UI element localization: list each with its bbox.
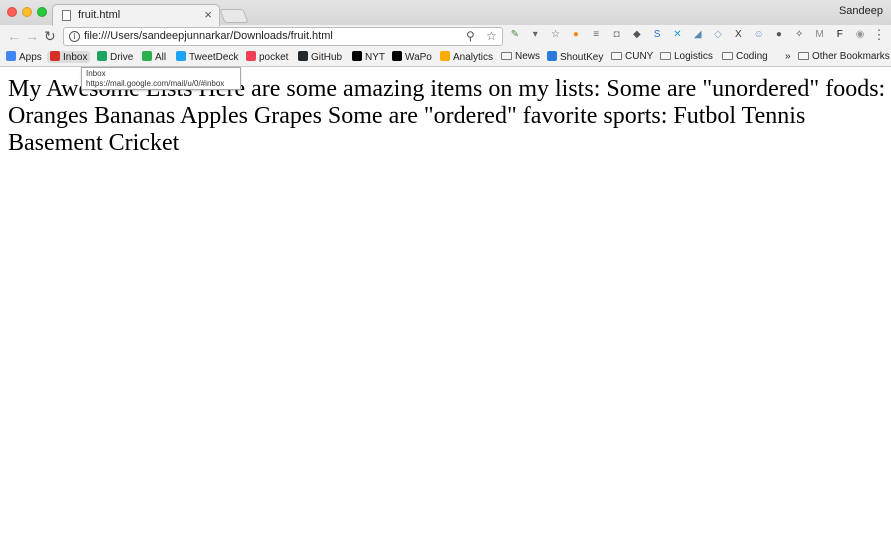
drive-icon	[97, 51, 107, 61]
bookmark-label: CUNY	[625, 51, 654, 62]
tweetdeck-icon	[176, 51, 186, 61]
s-icon[interactable]: S	[650, 28, 664, 42]
bookmark-news[interactable]: News	[501, 51, 540, 62]
bookmark-coding[interactable]: Coding	[722, 51, 768, 62]
forward-icon[interactable]: →	[25, 28, 39, 44]
folder-icon	[501, 52, 512, 60]
github-icon	[298, 51, 308, 61]
address-bar[interactable]: i file:///Users/sandeepjunnarkar/Downloa…	[63, 27, 503, 46]
new-tab-button[interactable]	[219, 9, 249, 23]
bookmark-label: NYT	[365, 52, 385, 63]
close-window-button[interactable]	[7, 7, 17, 17]
bookmark-tweetdeck[interactable]: TweetDeck	[176, 51, 238, 63]
bookmark-pocket[interactable]: pocket	[246, 51, 288, 63]
tab-strip: fruit.html × Sandeep	[0, 0, 891, 26]
dropbox-icon[interactable]: ◇	[711, 28, 725, 42]
pocket-ext-icon[interactable]: ▾	[528, 28, 542, 42]
url-text[interactable]: file:///Users/sandeepjunnarkar/Downloads…	[84, 30, 333, 42]
bookmark-nyt[interactable]: NYT	[352, 51, 385, 63]
tooltip-url: https://mail.google.com/mail/u/0/#inbox	[86, 79, 225, 88]
bookmark-label: Logistics	[674, 51, 713, 62]
bookmark-label: GitHub	[311, 52, 343, 63]
browser-chrome: fruit.html × Sandeep ← → ↻ i file:///Use…	[0, 0, 891, 67]
info-icon[interactable]: i	[69, 31, 80, 42]
bookmark-label: pocket	[259, 52, 289, 63]
back-icon[interactable]: ←	[7, 28, 21, 44]
folder-icon	[722, 52, 733, 60]
star-ext-icon[interactable]: ☆	[549, 28, 563, 42]
maximize-window-button[interactable]	[37, 7, 47, 17]
analytics-icon	[440, 51, 450, 61]
camera-icon[interactable]: ◘	[610, 28, 624, 42]
toolbar: ← → ↻ i file:///Users/sandeepjunnarkar/D…	[0, 25, 891, 48]
pocket-icon	[246, 51, 256, 61]
menu-icon[interactable]: ⋮	[872, 28, 886, 42]
nyt-icon	[352, 51, 362, 61]
tab-fruit[interactable]: fruit.html ×	[52, 4, 220, 26]
f-icon[interactable]: F	[833, 28, 847, 42]
zoom-icon[interactable]: ⚲	[466, 29, 475, 43]
bookmark-star-icon[interactable]: ☆	[486, 29, 497, 43]
bookmark-apps[interactable]: Apps	[6, 51, 42, 63]
bookmark-label: Inbox	[63, 52, 88, 63]
bookmark-label: Apps	[19, 52, 42, 63]
folder-icon	[611, 52, 622, 60]
bookmark-logistics[interactable]: Logistics	[660, 51, 713, 62]
x-icon[interactable]: ✕	[670, 28, 684, 42]
folder-icon	[660, 52, 671, 60]
pen-icon[interactable]: ✎	[508, 28, 522, 42]
bookmark-label: Analytics	[453, 52, 494, 63]
bookmark-label: Coding	[736, 51, 768, 62]
document-icon	[62, 10, 71, 21]
tab-close-icon[interactable]: ×	[204, 7, 212, 22]
m-icon[interactable]: M	[813, 28, 827, 42]
other-bookmarks-label: Other Bookmarks	[812, 51, 890, 62]
other-bookmarks[interactable]: Other Bookmarks	[798, 51, 890, 62]
ball-icon[interactable]: ●	[772, 28, 786, 42]
gmail-icon	[50, 51, 60, 61]
arrow-icon[interactable]: ✧	[792, 28, 806, 42]
feedly-icon	[142, 51, 152, 61]
minimize-window-button[interactable]	[22, 7, 32, 17]
bookmark-inbox[interactable]: Inbox	[47, 51, 91, 63]
bookmarks-overflow-icon[interactable]: »	[785, 51, 791, 62]
bookmark-label: News	[515, 51, 541, 62]
profile-name[interactable]: Sandeep	[839, 5, 883, 17]
bookmark-github[interactable]: GitHub	[298, 51, 342, 63]
apps-icon	[6, 51, 16, 61]
shield-icon[interactable]: ◆	[630, 28, 644, 42]
list-icon[interactable]: ≡	[589, 28, 603, 42]
bookmark-drive[interactable]: Drive	[97, 51, 133, 63]
bookmark-label: All	[155, 52, 167, 63]
reload-icon[interactable]: ↻	[44, 28, 56, 44]
bookmark-tooltip: Inbox https://mail.google.com/mail/u/0/#…	[81, 67, 241, 90]
kangaroo-icon[interactable]: ◢	[691, 28, 705, 42]
bookmark-cuny[interactable]: CUNY	[611, 51, 653, 62]
orange-ext-icon[interactable]: ●	[569, 28, 583, 42]
robot-icon[interactable]: ☺	[752, 28, 766, 42]
globe-icon[interactable]: ◉	[853, 28, 867, 42]
bookmark-all[interactable]: All	[142, 51, 166, 63]
bookmark-label: WaPo	[405, 52, 432, 63]
bookmark-label: ShoutKey	[560, 52, 604, 63]
tooltip-title: Inbox	[86, 69, 106, 78]
folder-icon	[798, 52, 809, 60]
bookmark-analytics[interactable]: Analytics	[440, 51, 493, 63]
bookmark-wapo[interactable]: WaPo	[392, 51, 432, 63]
shoutkey-icon	[547, 51, 557, 61]
wapo-icon	[392, 51, 402, 61]
bookmark-label: TweetDeck	[189, 52, 239, 63]
tab-title: fruit.html	[78, 9, 121, 21]
bookmarks-bar: Apps Inbox Drive All TweetDeck pocket GitHub NY…	[0, 48, 891, 66]
bookmark-shoutkey[interactable]: ShoutKey	[547, 51, 603, 63]
x-box-icon[interactable]: X	[731, 28, 745, 42]
bookmark-label: Drive	[110, 52, 134, 63]
